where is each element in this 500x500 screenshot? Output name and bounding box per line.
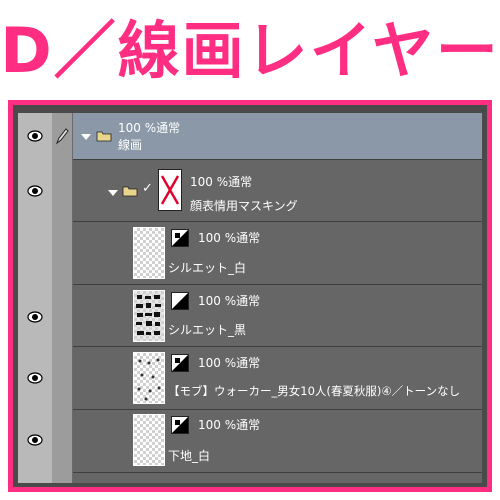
layer-blend-label: 100 %通常 [190, 175, 253, 189]
layer-name-label: 線画 [118, 138, 143, 152]
page-heading: D／線画レイヤー [0, 14, 500, 87]
layer-thumbnail [133, 227, 165, 279]
pen-icon [55, 128, 69, 145]
layer-mask-icon [171, 229, 189, 247]
layer-thumbnail [133, 290, 165, 342]
layer-name-label: シルエット_黒 [168, 323, 247, 337]
layer-panel: 100 %通常 線画 ✓ 100 %通常 顔表情用マスキング 100 %通常 シ… [18, 113, 482, 483]
eye-icon[interactable] [27, 372, 43, 384]
layer-blend-label: 100 %通常 [198, 231, 261, 245]
layer-blend-label: 100 %通常 [198, 294, 261, 308]
check-icon: ✓ [142, 181, 153, 196]
eye-icon[interactable] [27, 311, 43, 323]
layer-name-label: シルエット_白 [168, 261, 247, 275]
layer-thumbnail [133, 414, 165, 466]
layer-name-label: 顔表情用マスキング [190, 199, 298, 213]
layer-mask-icon [171, 416, 189, 434]
expand-arrow-icon[interactable] [108, 190, 118, 196]
folder-icon [122, 186, 138, 197]
visibility-column [18, 113, 53, 483]
eye-icon[interactable] [27, 130, 43, 142]
layer-blend-label: 100 %通常 [198, 356, 261, 370]
layer-name-label: 【モブ】ウォーカー_男女10人(春夏秋服)④／トーンなし [168, 384, 461, 398]
expand-arrow-icon[interactable] [81, 134, 91, 140]
folder-icon [96, 131, 112, 142]
layer-panel-frame: 100 %通常 線画 ✓ 100 %通常 顔表情用マスキング 100 %通常 シ… [8, 100, 492, 492]
eye-icon[interactable] [27, 185, 43, 197]
edit-column [52, 113, 73, 483]
layer-blend-label: 100 %通常 [198, 418, 261, 432]
layer-mask-icon [171, 292, 189, 310]
layer-blend-label: 100 %通常 [118, 121, 181, 135]
layer-mask-icon [158, 169, 182, 211]
layer-thumbnail [133, 352, 165, 404]
eye-icon[interactable] [27, 434, 43, 446]
layer-name-label: 下地_白 [168, 449, 211, 463]
layer-mask-icon [171, 354, 189, 372]
